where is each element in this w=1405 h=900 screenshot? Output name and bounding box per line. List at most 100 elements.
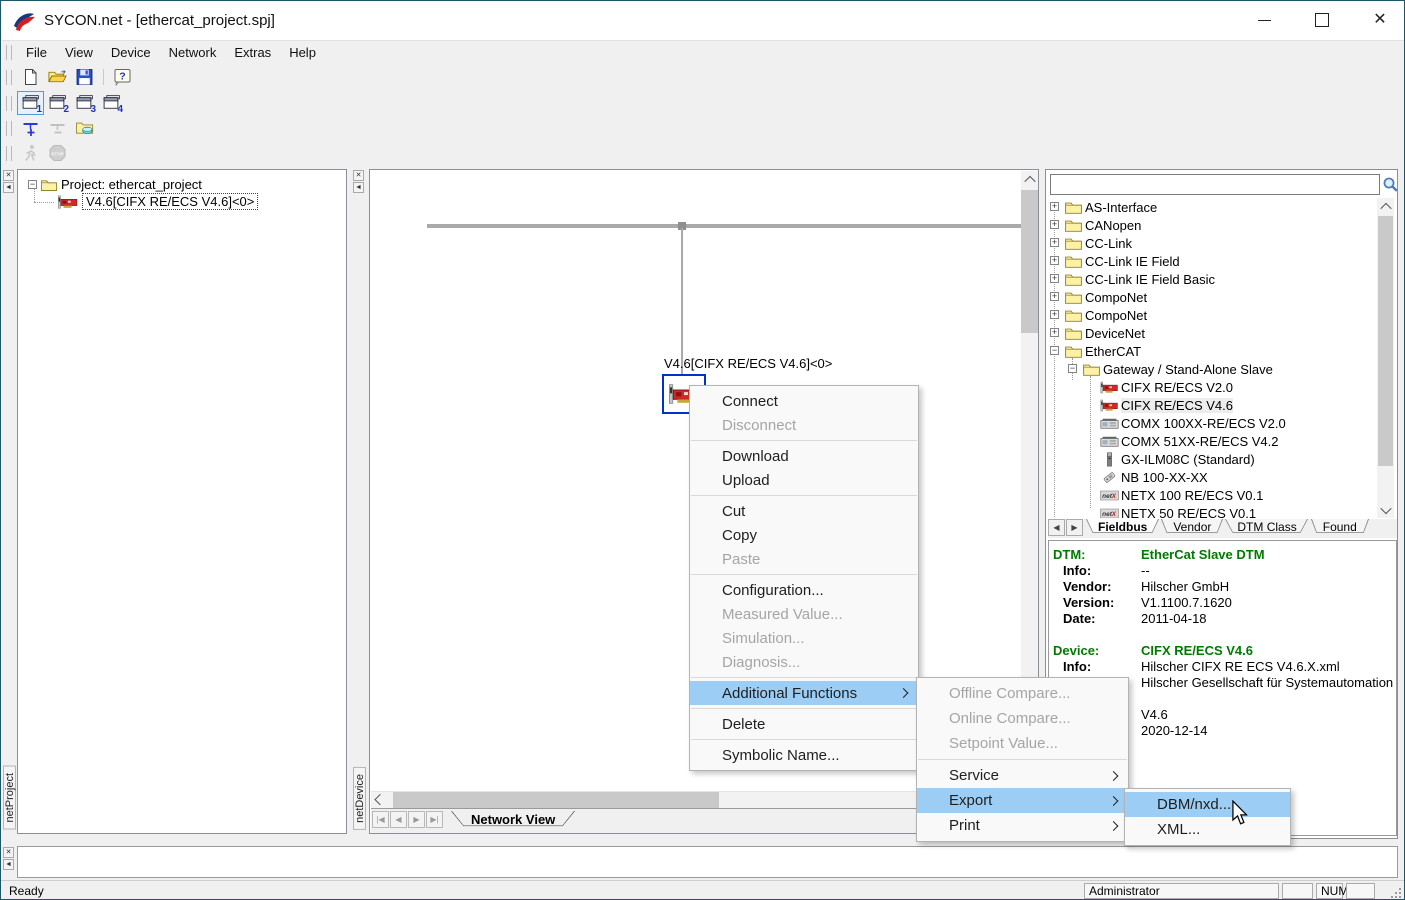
menu-item-simulation[interactable]: Simulation...	[690, 626, 918, 650]
close-panel-button[interactable]: ✕	[353, 170, 364, 181]
project-window-button[interactable]: 3	[71, 91, 98, 115]
catalog-item-comx-100xx-re-ecs-v2-0[interactable]: COMX 100XX-RE/ECS V2.0	[1046, 414, 1377, 432]
scrollbar-thumb[interactable]	[1378, 216, 1393, 466]
catalog-item-comx-51xx-re-ecs-v4-2[interactable]: COMX 51XX-RE/ECS V4.2	[1046, 432, 1377, 450]
scrollbar-thumb[interactable]	[393, 792, 719, 809]
pin-panel-button[interactable]: ◄	[3, 859, 14, 870]
close-button[interactable]: ✕	[1365, 6, 1395, 34]
toolbar-grip[interactable]	[6, 70, 12, 85]
catalog-item-nb-100-xx-xx[interactable]: NB 100-XX-XX	[1046, 468, 1377, 486]
resize-grip[interactable]	[1390, 887, 1403, 900]
open-project-button[interactable]	[44, 65, 71, 89]
toolbar-grip[interactable]	[6, 146, 12, 161]
menu-item-copy[interactable]: Copy	[690, 523, 918, 547]
help-button[interactable]: ?	[109, 65, 136, 89]
catalog-item-componet[interactable]: +CompoNet	[1046, 306, 1377, 324]
catalog-scrollbar[interactable]	[1377, 198, 1394, 518]
new-document-button[interactable]	[17, 65, 44, 89]
project-window-button[interactable]: 2	[44, 91, 71, 115]
toolbar-grip[interactable]	[6, 121, 12, 136]
menu-item-configuration[interactable]: Configuration...	[690, 578, 918, 602]
device-catalog-button[interactable]	[71, 116, 98, 140]
netproject-tab[interactable]: netProject	[3, 766, 16, 830]
collapse-icon[interactable]: −	[1050, 346, 1059, 355]
catalog-item-gx-ilm08c-standard[interactable]: GX-ILM08C (Standard)	[1046, 450, 1377, 468]
catalog-item-canopen[interactable]: +CANopen	[1046, 216, 1377, 234]
project-device-row[interactable]: V4.6[CIFX RE/ECS V4.6]<0>	[54, 193, 258, 210]
first-tab-button[interactable]: |◀	[372, 811, 389, 828]
catalog-tab-fieldbus[interactable]: Fieldbus	[1086, 519, 1159, 536]
expand-icon[interactable]: +	[1050, 256, 1059, 265]
save-project-button[interactable]	[71, 65, 98, 89]
catalog-item-gateway-stand-alone-slave[interactable]: −Gateway / Stand-Alone Slave	[1046, 360, 1377, 378]
insert-busline-button[interactable]	[17, 116, 44, 140]
menu-item-delete[interactable]: Delete	[690, 712, 918, 736]
menu-item-export[interactable]: Export	[917, 788, 1128, 813]
menu-item-online-compare[interactable]: Online Compare...	[917, 706, 1128, 731]
menu-item-service[interactable]: Service	[917, 763, 1128, 788]
catalog-item-cifx-re-ecs-v4-6[interactable]: CIFX RE/ECS V4.6	[1046, 396, 1377, 414]
menu-item-symbolic-name[interactable]: Symbolic Name...	[690, 743, 918, 767]
toolbar-grip[interactable]	[6, 96, 12, 111]
bus-line[interactable]	[427, 224, 1022, 228]
menu-extras[interactable]: Extras	[225, 43, 280, 62]
stop-communication-button[interactable]: STOP	[44, 141, 71, 165]
catalog-tab-dtm-class[interactable]: DTM Class	[1225, 519, 1308, 536]
close-panel-button[interactable]: ✕	[3, 170, 14, 181]
catalog-item-cc-link-ie-field[interactable]: +CC-Link IE Field	[1046, 252, 1377, 270]
expand-icon[interactable]: +	[1050, 220, 1059, 229]
catalog-item-cc-link-ie-field-basic[interactable]: +CC-Link IE Field Basic	[1046, 270, 1377, 288]
minimize-button[interactable]	[1249, 6, 1279, 34]
catalog-item-ethercat[interactable]: −EtherCAT	[1046, 342, 1377, 360]
next-tab-button[interactable]: ▶	[408, 811, 425, 828]
catalog-tab-found[interactable]: Found	[1311, 519, 1369, 536]
catalog-item-netx-50-re-ecs-v0-1[interactable]: netXNETX 50 RE/ECS V0.1	[1046, 504, 1377, 518]
expand-icon[interactable]: +	[1050, 238, 1059, 247]
menu-item-diagnosis[interactable]: Diagnosis...	[690, 650, 918, 674]
search-icon[interactable]	[1382, 176, 1399, 193]
catalog-item-devicenet[interactable]: +DeviceNet	[1046, 324, 1377, 342]
tabs-scroll-right-button[interactable]: ▶	[1066, 519, 1083, 536]
tabs-scroll-left-button[interactable]: ◀	[1048, 519, 1065, 536]
delete-busline-button[interactable]	[44, 116, 71, 140]
menu-file[interactable]: File	[17, 43, 56, 62]
prev-tab-button[interactable]: ◀	[390, 811, 407, 828]
scroll-up-button[interactable]	[1377, 198, 1394, 215]
project-window-button[interactable]: 1	[17, 91, 44, 115]
catalog-search-input[interactable]	[1050, 174, 1380, 195]
menu-item-print[interactable]: Print	[917, 813, 1128, 838]
last-tab-button[interactable]: ▶|	[426, 811, 443, 828]
close-panel-button[interactable]: ✕	[3, 847, 14, 858]
menu-network[interactable]: Network	[160, 43, 226, 62]
menu-item-xml[interactable]: XML...	[1125, 817, 1290, 842]
menu-item-additional-functions[interactable]: Additional Functions	[690, 681, 918, 705]
menu-item-disconnect[interactable]: Disconnect	[690, 413, 918, 437]
title-bar[interactable]: SYCON.net - [ethercat_project.spj] ✕	[2, 1, 1405, 41]
scroll-left-button[interactable]	[371, 792, 388, 809]
expand-icon[interactable]: +	[1050, 292, 1059, 301]
menu-item-upload[interactable]: Upload	[690, 468, 918, 492]
menu-device[interactable]: Device	[102, 43, 160, 62]
menu-item-offline-compare[interactable]: Offline Compare...	[917, 681, 1128, 706]
project-window-button[interactable]: 4	[98, 91, 125, 115]
scrollbar-thumb[interactable]	[1021, 190, 1038, 333]
collapse-icon[interactable]: −	[1068, 364, 1077, 373]
toolbar-grip[interactable]	[6, 45, 12, 60]
expand-icon[interactable]: +	[1050, 202, 1059, 211]
pin-panel-button[interactable]: ◄	[3, 182, 14, 193]
project-device-label[interactable]: V4.6[CIFX RE/ECS V4.6]<0>	[82, 193, 258, 210]
expand-icon[interactable]: +	[1050, 328, 1059, 337]
start-communication-button[interactable]	[17, 141, 44, 165]
catalog-item-cc-link[interactable]: +CC-Link	[1046, 234, 1377, 252]
pin-panel-button[interactable]: ◄	[353, 182, 364, 193]
collapse-expander-icon[interactable]: −	[28, 180, 37, 189]
maximize-button[interactable]	[1307, 6, 1337, 34]
catalog-item-cifx-re-ecs-v2-0[interactable]: CIFX RE/ECS V2.0	[1046, 378, 1377, 396]
menu-item-download[interactable]: Download	[690, 444, 918, 468]
menu-item-cut[interactable]: Cut	[690, 499, 918, 523]
expand-icon[interactable]: +	[1050, 274, 1059, 283]
netdevice-tab[interactable]: netDevice	[353, 767, 366, 830]
catalog-item-componet[interactable]: +CompoNet	[1046, 288, 1377, 306]
menu-item-setpoint-value[interactable]: Setpoint Value...	[917, 731, 1128, 756]
expand-icon[interactable]: +	[1050, 310, 1059, 319]
